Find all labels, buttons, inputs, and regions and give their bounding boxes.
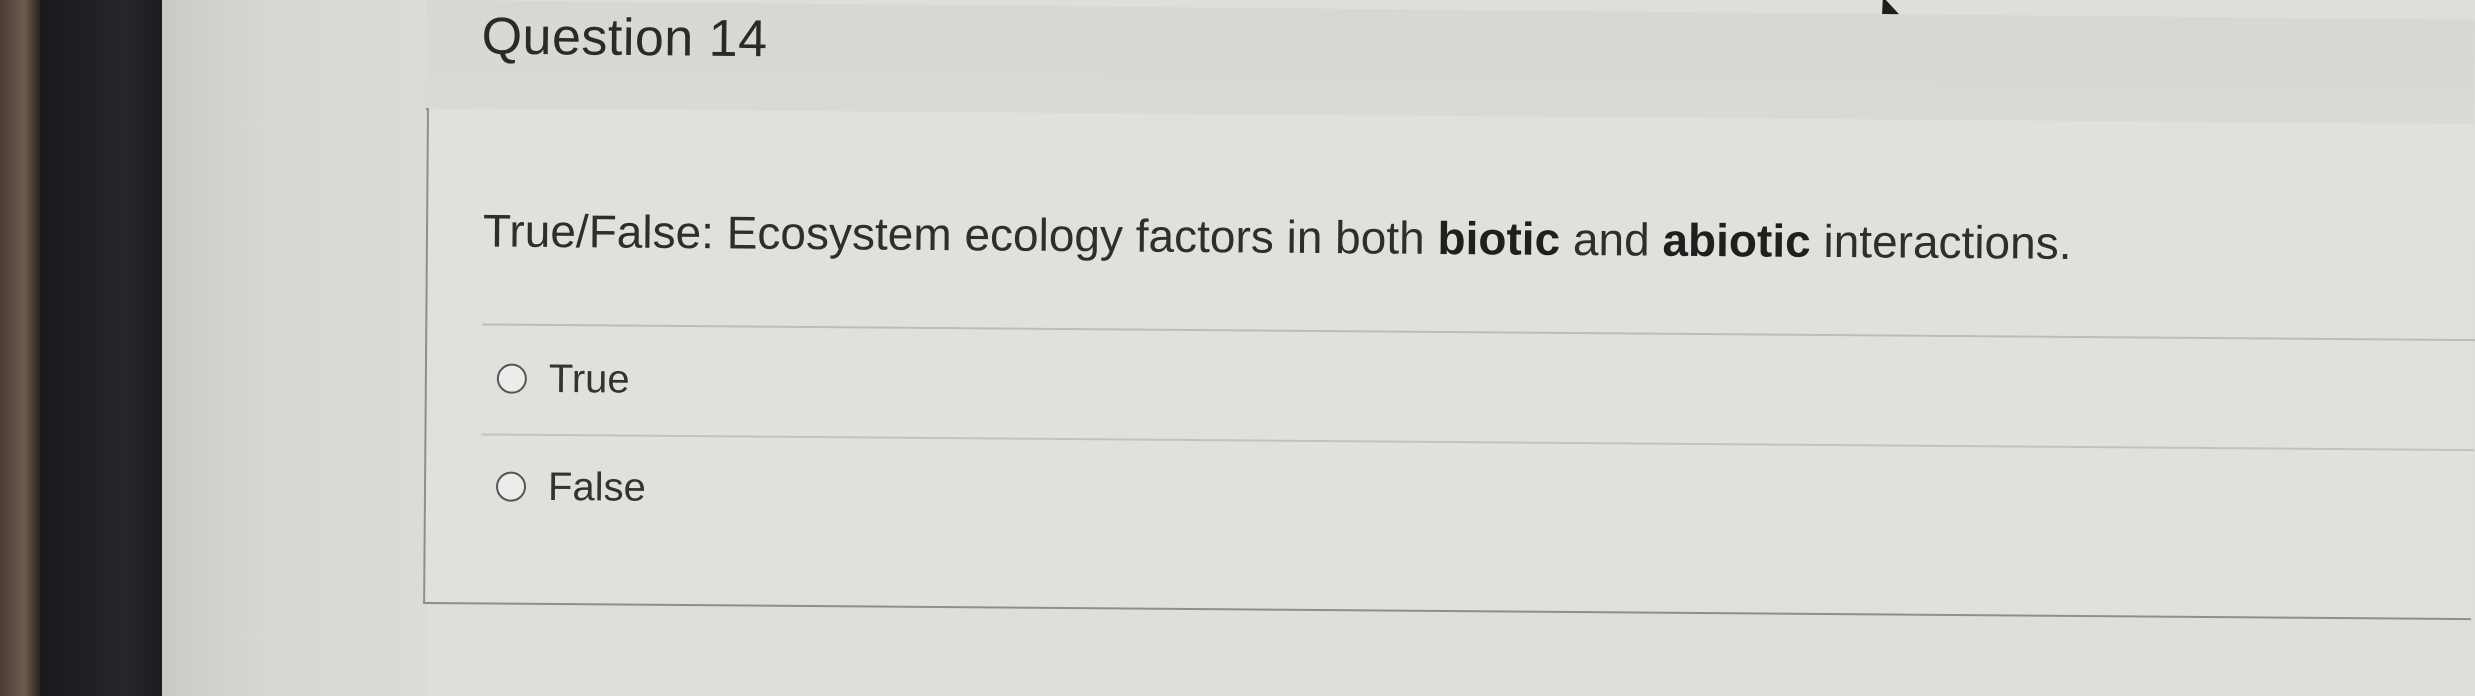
prompt-bold-abiotic: abiotic — [1662, 213, 1811, 267]
answer-option-false[interactable]: False — [495, 457, 647, 518]
question-title: Question 14 — [481, 7, 768, 69]
prompt-prefix: True/False: Ecosystem ecology factors in… — [482, 204, 1438, 264]
answer-divider-top — [482, 323, 2475, 342]
prompt-bold-biotic: biotic — [1437, 211, 1561, 265]
answer-divider-middle — [481, 433, 2475, 452]
page-left-margin — [162, 0, 427, 696]
option-label-false: False — [547, 464, 647, 510]
monitor-bezel — [40, 0, 162, 696]
prompt-suffix: interactions. — [1810, 214, 2072, 269]
monitor-bezel-left — [0, 0, 40, 696]
question-prompt: True/False: Ecosystem ecology factors in… — [483, 203, 2072, 269]
option-label-true: True — [548, 356, 630, 402]
answer-option-true[interactable]: True — [496, 349, 630, 410]
question-body: True/False: Ecosystem ecology factors in… — [423, 108, 2475, 621]
quiz-page: Question 14 True/False: Ecosystem ecolog… — [423, 0, 2475, 696]
prompt-mid: and — [1559, 212, 1663, 266]
radio-button-icon[interactable] — [495, 471, 527, 502]
radio-button-icon[interactable] — [496, 363, 527, 394]
